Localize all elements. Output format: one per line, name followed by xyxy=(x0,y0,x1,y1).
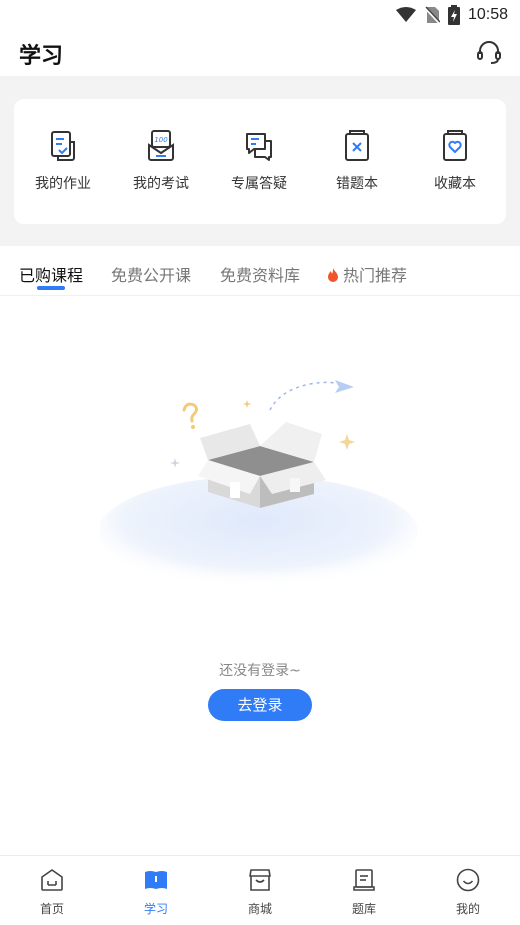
question-bank-icon xyxy=(353,869,375,891)
customer-service-headset-icon[interactable] xyxy=(476,40,502,66)
fire-icon xyxy=(328,268,338,282)
tab-purchased-courses[interactable]: 已购课程 xyxy=(19,262,83,286)
quick-actions-card: 我的作业 100 我的考试 专属答疑 错题本 收藏本 xyxy=(14,99,506,224)
nav-label: 商城 xyxy=(247,902,272,916)
study-book-icon xyxy=(145,871,167,889)
app-header: 学习 xyxy=(0,30,520,76)
mistake-book-icon xyxy=(345,130,369,161)
battery-charging-icon xyxy=(447,5,460,25)
quick-action-exam[interactable]: 100 我的考试 xyxy=(112,99,210,224)
nav-label: 题库 xyxy=(351,902,376,916)
quick-action-label: 我的作业 xyxy=(35,176,91,192)
quick-action-label: 我的考试 xyxy=(133,176,189,192)
home-icon xyxy=(41,869,63,891)
svg-text:100: 100 xyxy=(154,136,168,144)
favorites-icon xyxy=(443,130,467,161)
homework-icon xyxy=(51,131,75,161)
quick-action-favorites[interactable]: 收藏本 xyxy=(406,99,504,224)
nav-label: 学习 xyxy=(143,902,168,916)
store-icon xyxy=(249,869,271,891)
nav-item-home[interactable]: 首页 xyxy=(0,856,104,925)
quick-action-homework[interactable]: 我的作业 xyxy=(14,99,112,224)
status-time: 10:58 xyxy=(467,6,508,23)
empty-box-illustration xyxy=(100,380,418,588)
tab-free-open-class[interactable]: 免费公开课 xyxy=(111,262,191,286)
profile-smile-icon xyxy=(456,868,480,892)
nav-item-study[interactable]: 学习 xyxy=(104,856,208,925)
quick-action-mistakes[interactable]: 错题本 xyxy=(308,99,406,224)
wifi-icon xyxy=(395,7,416,22)
quick-action-label: 收藏本 xyxy=(434,176,476,192)
active-tab-indicator xyxy=(37,286,65,290)
nav-label: 我的 xyxy=(455,902,480,916)
qa-chat-icon xyxy=(246,133,272,161)
empty-state-message: 还没有登录~ xyxy=(219,663,301,679)
status-bar: 10:58 xyxy=(0,0,520,30)
tab-hot-recommendations[interactable]: 热门推荐 xyxy=(326,262,407,286)
nav-item-profile[interactable]: 我的 xyxy=(416,856,520,925)
tab-free-materials[interactable]: 免费资料库 xyxy=(220,262,300,286)
tab-label: 热门推荐 xyxy=(343,266,408,285)
page-title: 学习 xyxy=(19,44,64,69)
bottom-navigation: 首页 学习 商城 题库 我的 xyxy=(0,855,520,924)
login-button[interactable]: 去登录 xyxy=(208,689,312,721)
exam-icon: 100 xyxy=(148,130,174,161)
quick-action-label: 专属答疑 xyxy=(231,176,287,192)
no-sim-icon xyxy=(424,6,440,24)
nav-item-store[interactable]: 商城 xyxy=(208,856,312,925)
course-tabs: 已购课程 免费公开课 免费资料库 热门推荐 xyxy=(0,246,520,296)
quick-action-label: 错题本 xyxy=(336,176,378,192)
nav-label: 首页 xyxy=(39,902,64,916)
nav-item-question-bank[interactable]: 题库 xyxy=(312,856,416,925)
quick-action-qa[interactable]: 专属答疑 xyxy=(210,99,308,224)
